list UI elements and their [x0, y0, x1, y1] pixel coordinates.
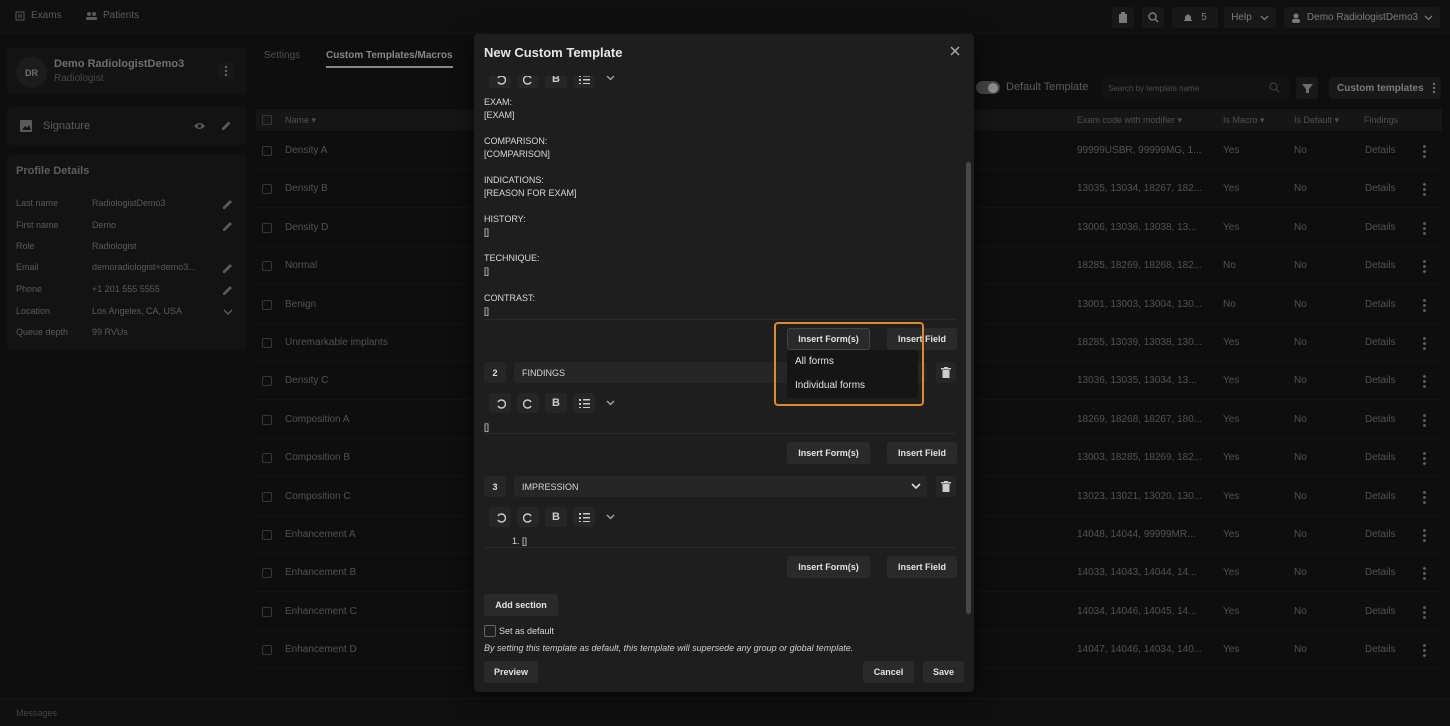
trash-icon	[941, 367, 951, 378]
bold-icon: B	[552, 397, 560, 409]
add-section-button[interactable]: Add section	[484, 594, 558, 616]
bold-button[interactable]: B	[545, 393, 567, 413]
chevron-down-icon[interactable]	[606, 400, 615, 406]
insert-forms-button[interactable]: Insert Form(s)	[787, 556, 870, 578]
modal-scrollbar[interactable]	[966, 162, 971, 614]
section-number: 2	[484, 362, 506, 383]
trash-icon	[941, 481, 951, 492]
undo-icon	[496, 398, 506, 409]
list-button[interactable]	[573, 393, 595, 413]
redo-button[interactable]	[517, 507, 539, 527]
template-body-line[interactable]: []	[484, 306, 489, 316]
chevron-down-icon	[911, 483, 921, 490]
section-number: 3	[484, 476, 506, 497]
list-icon	[578, 512, 590, 522]
template-body-line[interactable]: [EXAM]	[484, 110, 515, 120]
default-note: By setting this template as default, thi…	[484, 643, 854, 653]
delete-section-button[interactable]	[936, 362, 956, 383]
modal-title-text: New Custom Template	[484, 45, 623, 60]
insert-forms-button[interactable]: Insert Form(s)	[787, 442, 870, 464]
close-icon[interactable]	[948, 44, 962, 58]
template-body-line[interactable]: [REASON FOR EXAM]	[484, 188, 577, 198]
chevron-down-icon[interactable]	[606, 514, 615, 520]
redo-icon	[522, 512, 532, 523]
list-icon	[578, 398, 590, 408]
set-default-checkbox[interactable]	[484, 625, 496, 637]
save-button[interactable]: Save	[923, 661, 964, 683]
section-name: FINDINGS	[522, 367, 566, 378]
section-name: IMPRESSION	[522, 481, 579, 492]
redo-icon	[522, 398, 532, 409]
template-body-line[interactable]: []	[484, 227, 489, 237]
template-body-line[interactable]: INDICATIONS:	[484, 175, 544, 185]
preview-button[interactable]: Preview	[484, 661, 538, 683]
template-body-line[interactable]: HISTORY:	[484, 214, 526, 224]
focus-highlight	[774, 322, 924, 406]
section-divider	[484, 319, 957, 320]
bold-icon: B	[552, 511, 560, 523]
redo-button[interactable]	[517, 393, 539, 413]
template-body-line[interactable]: TECHNIQUE:	[484, 253, 540, 263]
undo-button[interactable]	[489, 507, 511, 527]
section-name-select[interactable]: IMPRESSION	[514, 476, 927, 497]
cancel-button[interactable]: Cancel	[863, 661, 914, 683]
template-body-line[interactable]: EXAM:	[484, 97, 512, 107]
delete-section-button[interactable]	[936, 476, 956, 497]
bold-button[interactable]: B	[545, 507, 567, 527]
section-divider	[484, 433, 957, 434]
insert-field-button[interactable]: Insert Field	[887, 556, 957, 578]
insert-field-button[interactable]: Insert Field	[887, 442, 957, 464]
section-content[interactable]: []	[484, 422, 489, 432]
undo-icon	[496, 512, 506, 523]
template-body-line[interactable]: []	[484, 266, 489, 276]
template-body-line[interactable]: CONTRAST:	[484, 293, 535, 303]
undo-button[interactable]	[489, 393, 511, 413]
section-content[interactable]: 1. []	[512, 536, 527, 546]
template-body-line[interactable]: [COMPARISON]	[484, 149, 550, 159]
set-default-label: Set as default	[499, 626, 555, 636]
template-body-line[interactable]: COMPARISON:	[484, 136, 547, 146]
section-divider	[484, 547, 957, 548]
list-button[interactable]	[573, 507, 595, 527]
